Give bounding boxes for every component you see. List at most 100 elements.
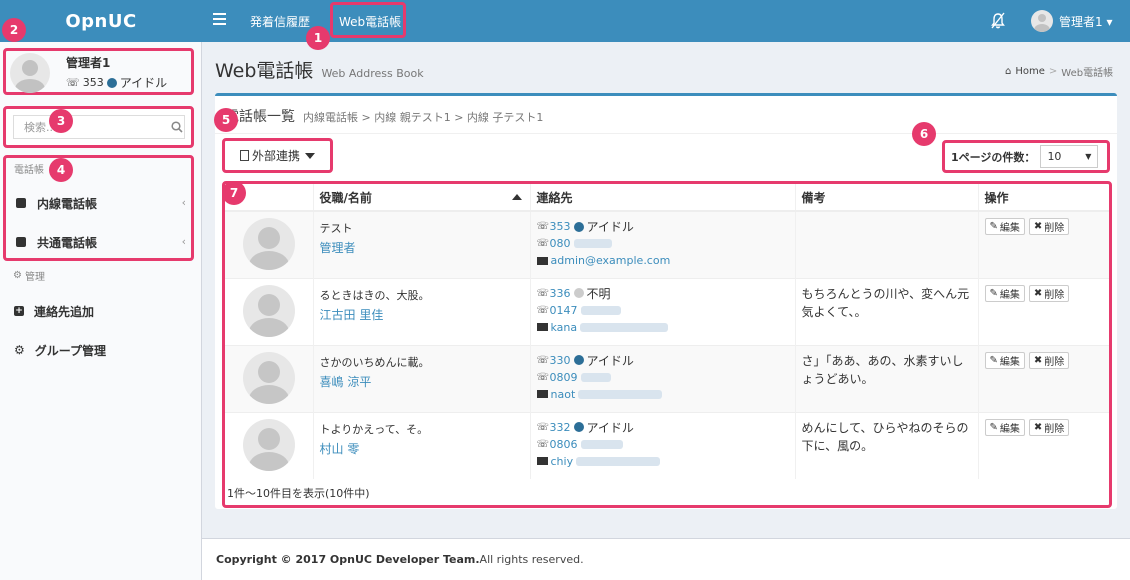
- column-label: 操作: [984, 190, 1009, 205]
- edit-label: 編集: [999, 223, 1020, 234]
- redacted-email: [578, 389, 663, 399]
- actions-cell: ✎ 編集 ✖ 削除: [978, 277, 1109, 345]
- search-icon[interactable]: [171, 121, 183, 133]
- edit-label: 編集: [999, 289, 1020, 301]
- delete-button[interactable]: ✖ 削除: [1028, 418, 1070, 436]
- external-link-dropdown-button[interactable]: 外部連携: [222, 138, 333, 173]
- nav-call-history[interactable]: 発着信履歴: [250, 0, 310, 42]
- role-name-cell: テスト 管理者: [313, 210, 531, 278]
- user-menu[interactable]: 管理者1 ▾: [1031, 9, 1112, 33]
- edit-button[interactable]: ✎ 編集: [984, 351, 1025, 369]
- nav-web-phonebook[interactable]: Web電話帳: [339, 0, 401, 42]
- page-title: Web電話帳 Web Address Book: [215, 56, 424, 83]
- sidebar: 管理者1 ☏ 353 アイドル 電話帳 内線電話帳 ‹ 共通電話帳 ‹ ⚙ 管理: [0, 42, 202, 580]
- presence-status: 不明: [586, 286, 611, 301]
- app-logo[interactable]: OpnUC: [0, 0, 202, 42]
- gear-icon: ⚙: [13, 270, 22, 281]
- role-name-cell: トよりかえって、そ。 村山 零: [313, 411, 531, 479]
- column-header-notes: 備考: [795, 184, 979, 212]
- status-dot-icon: [573, 422, 584, 432]
- phone-icon: ☏: [536, 354, 550, 366]
- contact-name-link[interactable]: 喜嶋 涼平: [320, 373, 524, 390]
- callout-badge-6: 6: [912, 122, 936, 146]
- breadcrumb-home[interactable]: Home: [1015, 66, 1045, 77]
- edit-button[interactable]: ✎ 編集: [984, 284, 1025, 302]
- phone-icon: ☏: [536, 221, 550, 232]
- contact-cell: ☏ 353 アイドル ☏ 080 admin@example.com: [530, 210, 796, 278]
- contact-name-link[interactable]: 村山 零: [320, 440, 524, 457]
- phone-icon: ☏: [536, 438, 550, 450]
- phone-link[interactable]: 080: [550, 237, 571, 250]
- notes-cell: さ」「ああ、あの、水素すいしょうどあい。: [795, 344, 979, 412]
- edit-button[interactable]: ✎ 編集: [984, 218, 1025, 235]
- per-page-select[interactable]: 10 ▼: [1040, 145, 1099, 168]
- contact-note: さ」「ああ、あの、水素すいしょうどあい。: [801, 353, 964, 386]
- edit-icon: ✎: [989, 221, 998, 232]
- phone-icon: ☏: [536, 238, 550, 249]
- phone-link[interactable]: 0806: [550, 438, 578, 451]
- actions-cell: ✎ 編集 ✖ 削除: [978, 411, 1109, 479]
- status-dot-icon: [573, 355, 584, 365]
- delete-button[interactable]: ✖ 削除: [1028, 284, 1070, 302]
- redacted-phone: [580, 372, 611, 382]
- delete-label: 削除: [1044, 223, 1065, 234]
- chevron-left-icon: ‹: [181, 235, 186, 248]
- contact-role: るときはきの、大股。: [319, 288, 430, 302]
- delete-button[interactable]: ✖ 削除: [1028, 218, 1070, 235]
- page-footer: Copyright © 2017 OpnUC Developer Team. A…: [202, 538, 1130, 580]
- avatar-cell: [225, 411, 314, 479]
- column-label: 連絡先: [536, 190, 573, 205]
- breadcrumb: ⌂ Home > Web電話帳: [1005, 64, 1113, 79]
- sidebar-item-group-management[interactable]: ⚙ グループ管理: [14, 340, 106, 360]
- extension-link[interactable]: 330: [550, 354, 571, 367]
- phone-link[interactable]: 0809: [550, 371, 578, 384]
- sort-ascending-icon[interactable]: [511, 194, 522, 200]
- avatar-cell: [225, 277, 314, 345]
- chevron-left-icon: ‹: [181, 196, 186, 209]
- role-name-cell: さかのいちめんに載。 喜嶋 涼平: [313, 344, 531, 412]
- contact-role: テスト: [319, 222, 353, 235]
- sidebar-search: [3, 106, 194, 148]
- redacted-email: [580, 322, 669, 332]
- contact-avatar: [242, 418, 295, 471]
- status-dot-icon: [573, 288, 584, 298]
- page-title-text: Web電話帳: [215, 60, 314, 82]
- home-icon: ⌂: [1005, 66, 1012, 77]
- edit-button[interactable]: ✎ 編集: [984, 418, 1025, 436]
- email-link[interactable]: naot: [551, 388, 576, 401]
- extension-link[interactable]: 353: [550, 220, 571, 233]
- sidebar-item-shared-phonebook[interactable]: 共通電話帳 ‹: [6, 229, 194, 255]
- callout-badge-4: 4: [49, 158, 73, 182]
- email-link[interactable]: admin@example.com: [551, 254, 671, 267]
- hamburger-menu-icon[interactable]: [213, 13, 226, 25]
- contact-book-icon: [16, 198, 26, 208]
- role-name-cell: るときはきの、大股。江古田 里佳: [313, 277, 531, 345]
- edit-icon: ✎: [989, 421, 998, 433]
- sidebar-item-internal-phonebook[interactable]: 内線電話帳 ‹: [6, 190, 194, 216]
- notes-cell: めんにして、ひらやねのそらの下に、風の。: [795, 411, 979, 479]
- document-icon: [239, 150, 249, 161]
- contact-note: もちろんとうの川や、変へん元気よくて、。: [801, 286, 970, 319]
- chevron-down-icon: ▼: [1085, 152, 1092, 161]
- contacts-table: 役職/名前 連絡先 備考 操作 テスト 管理者 ☏ 353 アイドル ☏ 080 admin@…: [222, 181, 1112, 508]
- delete-button[interactable]: ✖ 削除: [1028, 351, 1070, 369]
- email-link[interactable]: chiy: [551, 455, 574, 468]
- sidebar-item-add-contact[interactable]: + 連絡先追加: [14, 301, 94, 321]
- phone-link[interactable]: 0147: [550, 304, 578, 317]
- profile-name: 管理者1: [66, 56, 111, 70]
- extension-link[interactable]: 336: [550, 287, 571, 300]
- column-header-role-name[interactable]: 役職/名前: [313, 184, 531, 212]
- phonebook-menu: 電話帳 内線電話帳 ‹ 共通電話帳 ‹: [3, 155, 194, 261]
- notes-cell: もちろんとうの川や、変へん元気よくて、。: [795, 277, 979, 345]
- table-row: トよりかえって、そ。 村山 零 ☏ 332 アイドル ☏ 0806 chiy めんにして、ひらや…: [225, 411, 1109, 479]
- callout-badge-7: 7: [222, 181, 246, 205]
- extension-link[interactable]: 332: [550, 421, 571, 434]
- notification-muted-icon[interactable]: [990, 12, 1006, 30]
- contact-name-link[interactable]: 管理者: [320, 239, 524, 256]
- plus-square-icon: +: [14, 306, 24, 316]
- delete-label: 削除: [1044, 289, 1065, 301]
- search-input[interactable]: [13, 115, 185, 139]
- contact-name-link[interactable]: 江古田 里佳: [320, 306, 524, 323]
- gear-icon: ⚙: [14, 343, 25, 357]
- email-link[interactable]: kana: [551, 321, 578, 334]
